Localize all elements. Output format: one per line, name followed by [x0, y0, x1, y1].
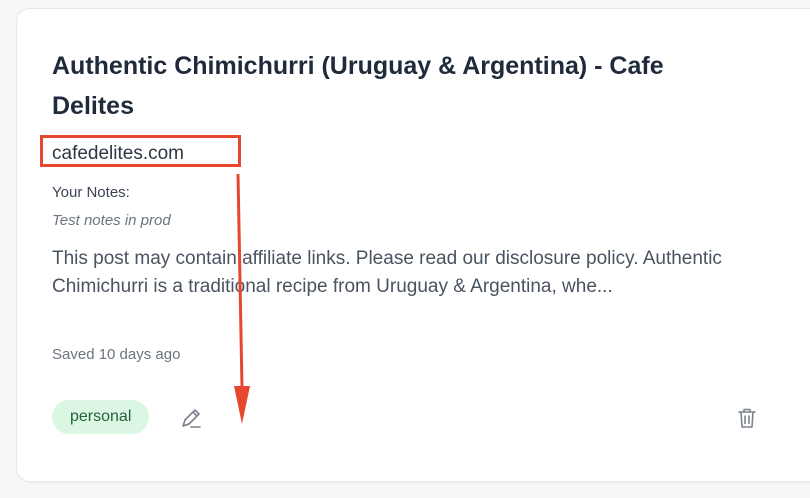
notes-text: Test notes in prod — [52, 212, 171, 229]
trash-icon — [738, 408, 756, 428]
tag-chip[interactable]: personal — [52, 400, 150, 434]
bookmark-excerpt: This post may contain affiliate links. P… — [52, 248, 722, 297]
notes-label: Your Notes: — [52, 184, 130, 201]
edit-tags-button[interactable] — [177, 404, 205, 432]
pencil-icon — [182, 409, 201, 428]
annotation-highlight-box — [40, 135, 241, 167]
delete-bookmark-button[interactable] — [733, 404, 761, 432]
page: Authentic Chimichurri (Uruguay & Argenti… — [0, 0, 810, 498]
bookmark-title[interactable]: Authentic Chimichurri (Uruguay & Argenti… — [52, 46, 752, 126]
saved-timestamp: Saved 10 days ago — [52, 346, 181, 363]
